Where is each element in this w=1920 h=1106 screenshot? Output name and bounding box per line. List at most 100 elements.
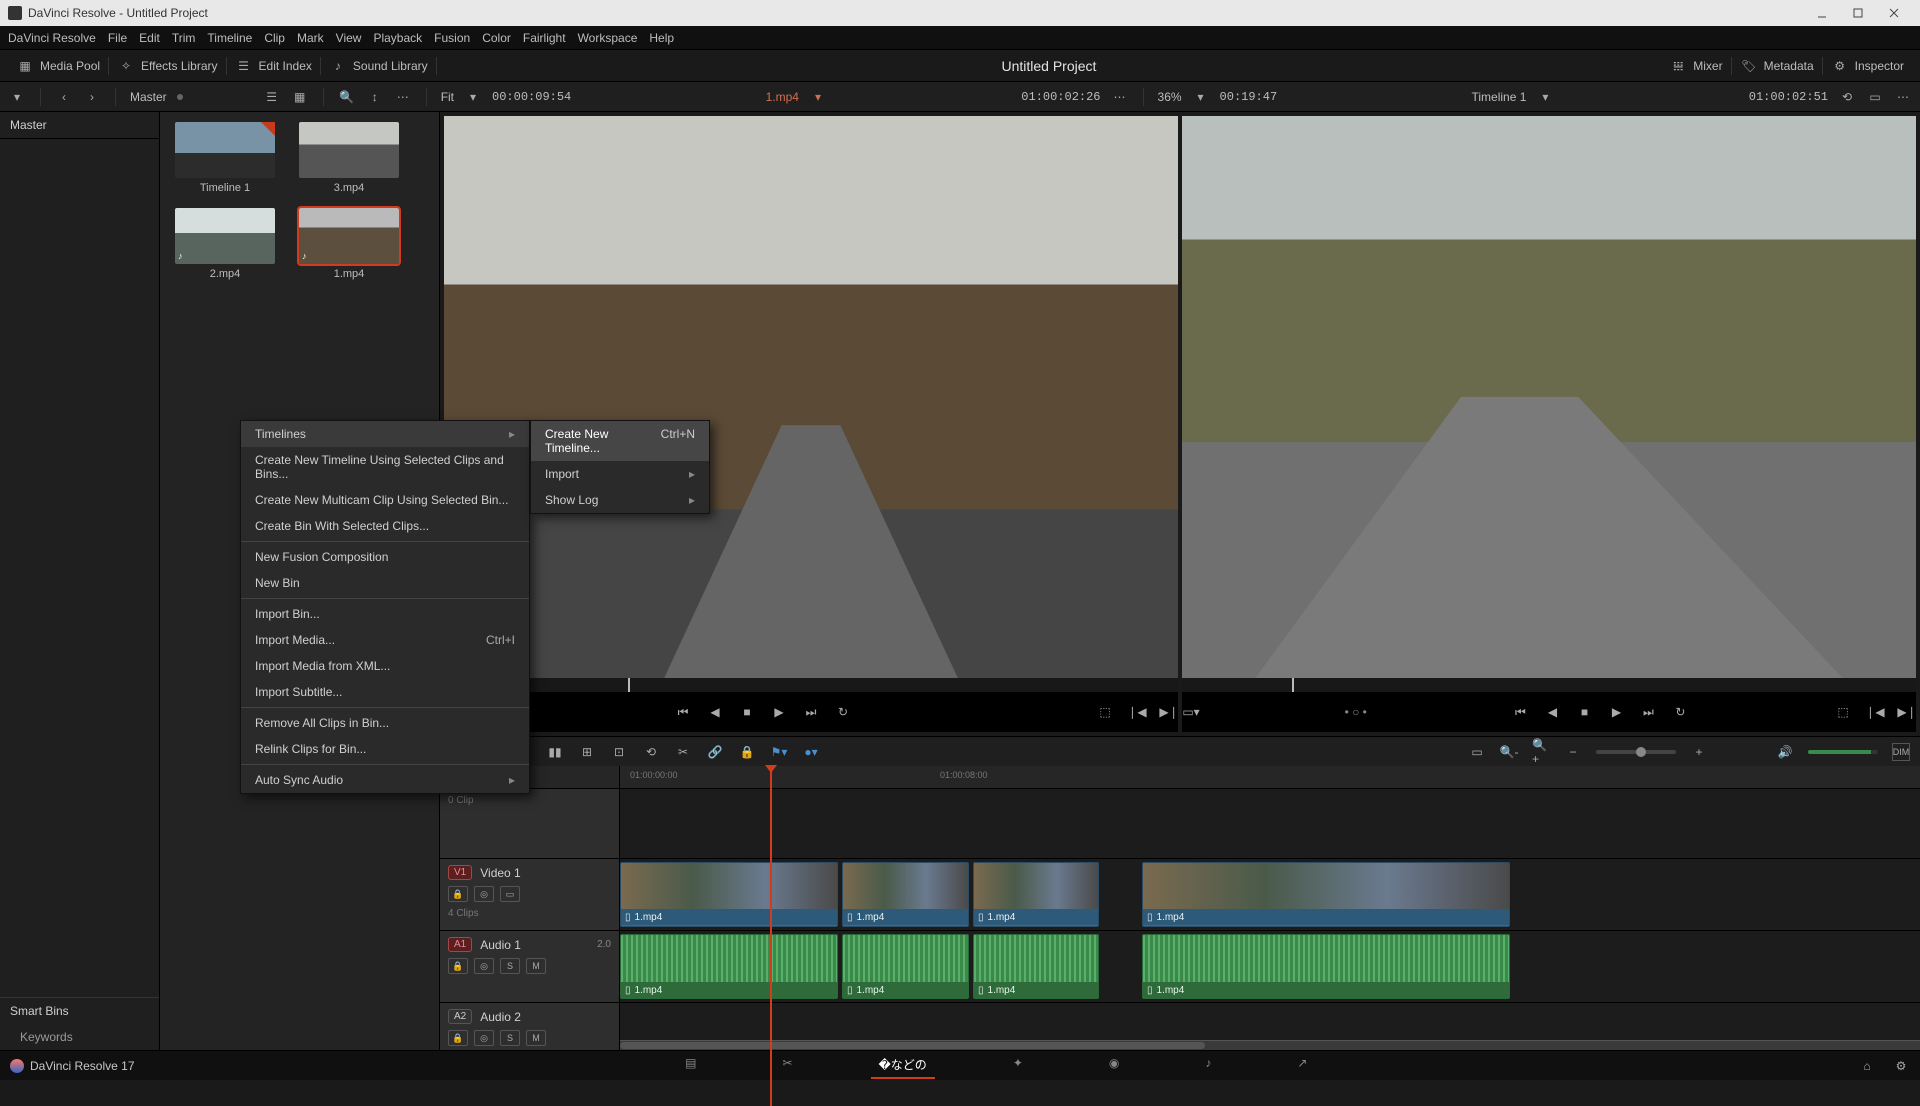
inspector-toggle[interactable]: Inspector: [1855, 59, 1904, 73]
effects-toggle[interactable]: Effects Library: [141, 59, 217, 73]
track-auto-v1[interactable]: ◎: [474, 886, 494, 902]
timeline-name[interactable]: Timeline 1: [1472, 90, 1527, 104]
view-thumb-icon[interactable]: ▦: [291, 88, 309, 106]
more-icon[interactable]: ⋯: [394, 88, 412, 106]
tl-zoom-in-icon[interactable]: 🔍+: [1532, 743, 1550, 761]
src-in-icon[interactable]: ❘◀: [1128, 703, 1146, 721]
menu-item[interactable]: New Bin: [241, 570, 529, 596]
page-deliver[interactable]: ↗: [1289, 1052, 1315, 1079]
src-matchframe-icon[interactable]: ⬚: [1096, 703, 1114, 721]
bypass-icon[interactable]: ⟲: [1838, 88, 1856, 106]
single-viewer-icon[interactable]: ▭: [1866, 88, 1884, 106]
viewer-more-icon[interactable]: ⋯: [1111, 88, 1129, 106]
tl-matchframe-icon[interactable]: ⬚: [1834, 703, 1852, 721]
tl-first-icon[interactable]: ⏮: [1511, 703, 1529, 721]
page-edit[interactable]: �などの: [871, 1052, 935, 1079]
menu-davinci[interactable]: DaVinci Resolve: [8, 31, 96, 45]
track-head-a2[interactable]: A2 Audio 2 🔒 ◎ S M: [440, 1003, 620, 1050]
flag-icon[interactable]: ⚑▾: [770, 743, 788, 761]
link-icon[interactable]: 🔗: [706, 743, 724, 761]
source-clip-name[interactable]: 1.mp4: [766, 90, 799, 104]
timeline-frame[interactable]: [1182, 116, 1916, 678]
track-disable-v1[interactable]: ▭: [500, 886, 520, 902]
mixer-toggle[interactable]: Mixer: [1693, 59, 1722, 73]
tl-next-icon[interactable]: ⏭: [1639, 703, 1657, 721]
tl-zoom-out-icon[interactable]: 🔍-: [1500, 743, 1518, 761]
zoom-value[interactable]: 36%: [1158, 90, 1182, 104]
clip-dropdown-icon[interactable]: ▾: [809, 88, 827, 106]
timeline-dropdown-icon[interactable]: ▾: [1536, 88, 1554, 106]
audio-clip[interactable]: ▯1.mp4: [842, 934, 969, 999]
timeline-scrollbar[interactable]: [620, 1040, 1920, 1050]
sort-icon[interactable]: ↕: [366, 88, 384, 106]
menu-fairlight[interactable]: Fairlight: [523, 31, 566, 45]
clip-thumbnail[interactable]: [299, 122, 399, 178]
src-loop-icon[interactable]: ↻: [834, 703, 852, 721]
razor-icon[interactable]: ✂: [674, 743, 692, 761]
track-body-a1[interactable]: ▯1.mp4▯1.mp4▯1.mp4▯1.mp4: [620, 931, 1920, 1002]
menu-color[interactable]: Color: [482, 31, 511, 45]
track-auto-a2[interactable]: ◎: [474, 1030, 494, 1046]
marker-icon[interactable]: ●▾: [802, 743, 820, 761]
video-clip[interactable]: ▯1.mp4: [973, 862, 1099, 927]
playhead[interactable]: [770, 766, 772, 1106]
menu-item[interactable]: Import Media from XML...: [241, 653, 529, 679]
video-clip[interactable]: ▯1.mp4: [842, 862, 969, 927]
src-stop-icon[interactable]: ■: [738, 703, 756, 721]
menu-item[interactable]: Timelines▸: [241, 421, 529, 447]
replace-icon[interactable]: ⟲: [642, 743, 660, 761]
tl-out-icon[interactable]: ▶❘: [1898, 703, 1916, 721]
submenu-item[interactable]: Create New Timeline...Ctrl+N: [531, 421, 709, 461]
bin-dropdown-icon[interactable]: ▾: [8, 88, 26, 106]
menu-mark[interactable]: Mark: [297, 31, 324, 45]
zoom-slider[interactable]: [1596, 750, 1676, 754]
menu-item[interactable]: Import Subtitle...: [241, 679, 529, 705]
track-body-a2[interactable]: [620, 1003, 1920, 1050]
close-button[interactable]: [1876, 1, 1912, 25]
track-solo-a2[interactable]: S: [500, 1030, 520, 1046]
home-icon[interactable]: ⌂: [1858, 1057, 1876, 1075]
nav-fwd[interactable]: ›: [83, 88, 101, 106]
menu-playback[interactable]: Playback: [373, 31, 422, 45]
track-tag-v1[interactable]: V1: [448, 865, 472, 880]
timeline-ruler[interactable]: 01:00:00:00 01:00:08:00: [440, 766, 1920, 788]
fit-dropdown[interactable]: Fit: [441, 90, 454, 104]
blade-tool-icon[interactable]: ▮▮: [546, 743, 564, 761]
clip-thumbnail[interactable]: [175, 122, 275, 178]
page-fairlight[interactable]: ♪: [1197, 1052, 1219, 1079]
submenu-item[interactable]: Show Log▸: [531, 487, 709, 513]
volume-slider[interactable]: [1808, 750, 1878, 754]
menu-item[interactable]: Import Media...Ctrl+I: [241, 627, 529, 653]
submenu-item[interactable]: Import▸: [531, 461, 709, 487]
src-prev-icon[interactable]: ◀: [706, 703, 724, 721]
lock-icon[interactable]: 🔒: [738, 743, 756, 761]
menu-timeline[interactable]: Timeline: [207, 31, 252, 45]
media-clip[interactable]: ♪2.mp4: [170, 208, 280, 280]
page-cut[interactable]: ✂: [774, 1052, 800, 1079]
track-lock-v1[interactable]: 🔒: [448, 886, 468, 902]
menu-fusion[interactable]: Fusion: [434, 31, 470, 45]
dim-button[interactable]: DIM: [1892, 743, 1910, 761]
media-clip[interactable]: 3.mp4: [294, 122, 404, 194]
menu-item[interactable]: Relink Clips for Bin...: [241, 736, 529, 762]
zoom-dropdown-icon[interactable]: ▾: [1192, 88, 1210, 106]
page-color[interactable]: ◉: [1101, 1052, 1127, 1079]
audio-clip[interactable]: ▯1.mp4: [620, 934, 838, 999]
track-lock-a1[interactable]: 🔒: [448, 958, 468, 974]
tl-play-icon[interactable]: ▶: [1607, 703, 1625, 721]
video-clip[interactable]: ▯1.mp4: [1142, 862, 1510, 927]
track-tag-a2[interactable]: A2: [448, 1009, 472, 1024]
tl-loop-icon[interactable]: ↻: [1671, 703, 1689, 721]
src-next-icon[interactable]: ⏭: [802, 703, 820, 721]
audio-clip[interactable]: ▯1.mp4: [973, 934, 1099, 999]
zoom-minus[interactable]: −: [1564, 743, 1582, 761]
video-clip[interactable]: ▯1.mp4: [620, 862, 838, 927]
overwrite-icon[interactable]: ⊡: [610, 743, 628, 761]
timeline-scrubber[interactable]: [1182, 678, 1916, 692]
track-body-v1[interactable]: ▯1.mp4▯1.mp4▯1.mp4▯1.mp4: [620, 859, 1920, 930]
speaker-icon[interactable]: 🔊: [1776, 743, 1794, 761]
menu-item[interactable]: Create New Timeline Using Selected Clips…: [241, 447, 529, 487]
menu-view[interactable]: View: [336, 31, 362, 45]
metadata-toggle[interactable]: Metadata: [1764, 59, 1814, 73]
menu-item[interactable]: Create New Multicam Clip Using Selected …: [241, 487, 529, 513]
